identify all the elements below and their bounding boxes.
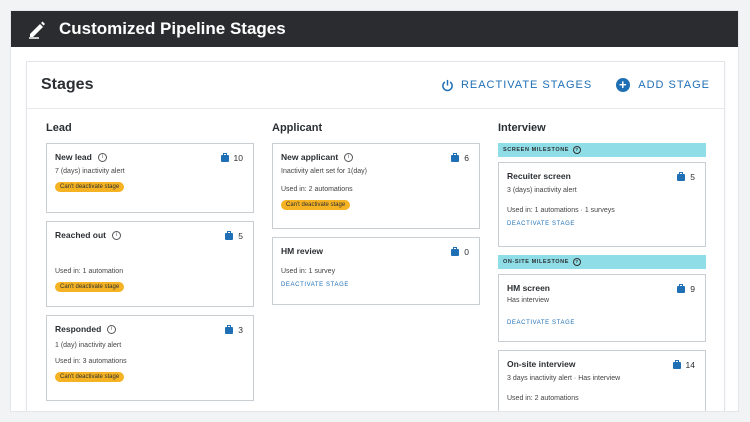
column-title: Lead <box>46 122 72 134</box>
stage-card-onsite-interview[interactable]: On-site interview 14 3 days inactivity a… <box>498 350 706 411</box>
stage-name: New lead <box>55 152 92 162</box>
briefcase-icon <box>451 152 460 162</box>
count-value: 0 <box>464 247 469 257</box>
stage-name: On-site interview <box>507 359 576 369</box>
stage-usage: Used in: 1 automation <box>55 268 124 275</box>
candidate-count: 6 <box>451 152 469 163</box>
stage-usage: Used in: 1 automations · 1 surveys <box>507 207 615 214</box>
candidate-count: 5 <box>225 230 243 241</box>
briefcase-icon <box>451 246 460 256</box>
pen-icon <box>29 21 45 39</box>
column-title: Interview <box>498 122 546 134</box>
info-icon[interactable]: i <box>97 152 107 162</box>
help-icon[interactable]: ? <box>573 146 582 154</box>
stages-panel: Stages REACTIVATE STAGES + ADD STAGE Lea… <box>26 61 725 411</box>
column-title: Applicant <box>272 122 323 134</box>
stage-card-hm-review[interactable]: HM review 0 Used in: 1 survey DEACTIVATE… <box>272 237 480 305</box>
cant-deactivate-badge: Can't deactivate stage <box>55 182 125 192</box>
stage-alert: 3 days inactivity alert · Has interview <box>507 375 621 382</box>
stage-usage: Used in: 2 automations <box>507 395 579 402</box>
stage-alert: Has interview <box>507 297 550 304</box>
stage-card-responded[interactable]: Responded i 3 1 (day) inactivity alert Us… <box>46 315 254 401</box>
stage-usage: Used in: 1 survey <box>281 268 336 275</box>
count-value: 6 <box>464 153 469 163</box>
candidate-count: 10 <box>220 152 243 163</box>
cant-deactivate-badge: Can't deactivate stage <box>55 372 125 382</box>
briefcase-icon <box>677 283 686 293</box>
stage-alert: 1 (day) inactivity alert <box>55 342 122 349</box>
stage-name: HM screen <box>507 283 550 293</box>
stage-card-recruiter-screen[interactable]: Recuiter screen 5 3 (days) inactivity al… <box>498 162 706 247</box>
cant-deactivate-badge: Can't deactivate stage <box>281 200 351 210</box>
milestone-label: SCREEN MILESTONE <box>503 147 570 153</box>
candidate-count: 5 <box>677 171 695 182</box>
column-interview: Interview SCREEN MILESTONE? Recuiter scr… <box>498 122 706 411</box>
deactivate-stage-link[interactable]: DEACTIVATE STAGE <box>281 282 471 288</box>
stage-name: Reached out <box>55 230 107 240</box>
count-value: 3 <box>238 325 243 335</box>
panel-header: Stages REACTIVATE STAGES + ADD STAGE <box>27 62 724 109</box>
count-value: 14 <box>685 360 695 370</box>
count-value: 5 <box>690 172 695 182</box>
briefcase-icon <box>225 230 234 240</box>
reactivate-stages-label: REACTIVATE STAGES <box>460 79 593 91</box>
count-value: 5 <box>238 231 243 241</box>
briefcase-icon <box>225 324 234 334</box>
add-stage-label: ADD STAGE <box>638 79 710 91</box>
briefcase-icon <box>220 152 229 162</box>
power-icon <box>442 79 453 91</box>
stage-name: HM review <box>281 246 324 256</box>
stage-usage: Used in: 3 automations <box>55 358 127 365</box>
stage-card-hm-screen[interactable]: HM screen 9 Has interview DEACTIVATE STA… <box>498 274 706 342</box>
add-stage-button[interactable]: + ADD STAGE <box>616 78 710 92</box>
stage-name: Responded <box>55 324 102 334</box>
stage-card-reached-out[interactable]: Reached out i 5 Used in: 1 automation Can… <box>46 221 254 307</box>
cant-deactivate-badge: Can't deactivate stage <box>55 282 125 292</box>
column-lead: Lead New lead i 10 7 (days) inactivity al… <box>46 122 254 409</box>
info-icon[interactable]: i <box>112 230 122 240</box>
app-title: Customized Pipeline Stages <box>59 19 286 38</box>
stage-usage: Used in: 2 automations <box>281 186 353 193</box>
candidate-count: 9 <box>677 283 695 294</box>
reactivate-stages-button[interactable]: REACTIVATE STAGES <box>441 79 592 92</box>
candidate-count: 3 <box>225 324 243 335</box>
briefcase-icon <box>672 359 681 369</box>
stage-card-new-lead[interactable]: New lead i 10 7 (days) inactivity alert C… <box>46 143 254 213</box>
candidate-count: 0 <box>451 246 469 257</box>
column-applicant: Applicant New applicant i 6 Inactivity al… <box>272 122 480 313</box>
top-bar: Customized Pipeline Stages <box>11 11 738 47</box>
stage-name: New applicant <box>281 152 339 162</box>
app-window: Customized Pipeline Stages Stages REACTI… <box>11 11 738 411</box>
info-icon[interactable]: i <box>107 324 117 334</box>
deactivate-stage-link[interactable]: DEACTIVATE STAGE <box>507 221 697 227</box>
onsite-milestone-header: ON-SITE MILESTONE? <box>498 255 706 269</box>
count-value: 10 <box>233 153 243 163</box>
info-icon[interactable]: i <box>344 152 354 162</box>
deactivate-stage-link[interactable]: DEACTIVATE STAGE <box>507 320 697 326</box>
stage-alert: 7 (days) inactivity alert <box>55 168 125 175</box>
help-icon[interactable]: ? <box>573 258 582 266</box>
plus-icon: + <box>616 78 631 92</box>
count-value: 9 <box>690 284 695 294</box>
stage-alert: 3 (days) inactivity alert <box>507 187 577 194</box>
milestone-label: ON-SITE MILESTONE <box>503 259 570 265</box>
screen-milestone-header: SCREEN MILESTONE? <box>498 143 706 157</box>
briefcase-icon <box>677 171 686 181</box>
stage-name: Recuiter screen <box>507 171 571 181</box>
candidate-count: 14 <box>672 359 695 370</box>
stage-card-new-applicant[interactable]: New applicant i 6 Inactivity alert set fo… <box>272 143 480 229</box>
panel-title: Stages <box>41 76 94 93</box>
stage-alert: Inactivity alert set for 1(day) <box>281 168 367 175</box>
